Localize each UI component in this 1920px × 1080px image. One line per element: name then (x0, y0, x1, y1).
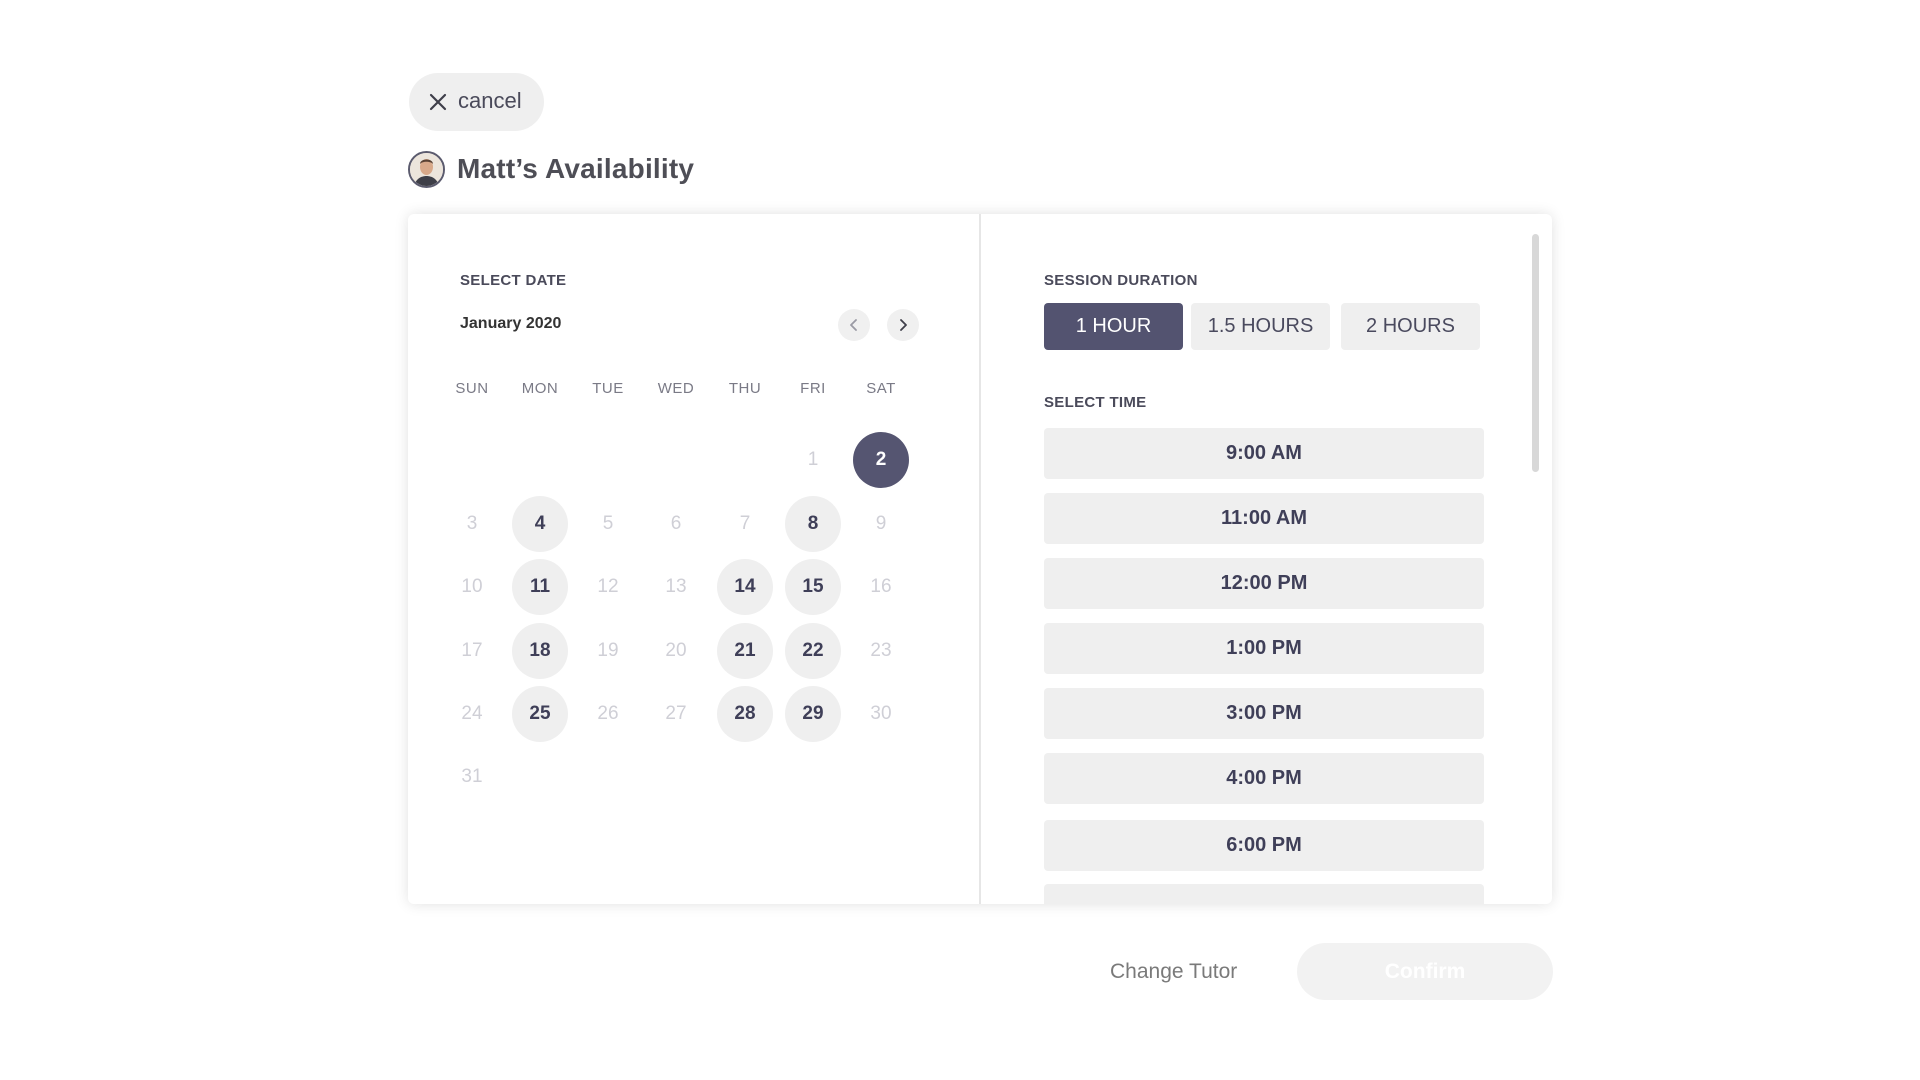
calendar-day[interactable]: 21 (717, 623, 773, 679)
calendar-day[interactable]: 29 (785, 686, 841, 742)
calendar-day[interactable]: 18 (512, 623, 568, 679)
calendar-day[interactable]: 22 (785, 623, 841, 679)
calendar-day[interactable]: 4 (512, 496, 568, 552)
calendar-day[interactable]: 15 (785, 559, 841, 615)
close-icon (429, 93, 447, 111)
calendar-day: 5 (602, 513, 614, 534)
time-slot-button[interactable]: 6:00 PM (1044, 820, 1484, 871)
weekday-header: SUN (455, 380, 489, 397)
weekday-header: MON (521, 380, 559, 397)
calendar-day: 7 (739, 513, 751, 534)
calendar-day: 6 (670, 513, 682, 534)
panel-divider (979, 214, 981, 904)
weekday-header: SAT (866, 380, 896, 397)
calendar-day: 24 (461, 703, 483, 724)
page-header: Matt’s Availability (408, 150, 694, 188)
calendar-day: 23 (870, 640, 892, 661)
page-title: Matt’s Availability (457, 153, 695, 184)
confirm-button[interactable]: Confirm (1297, 943, 1553, 1000)
calendar-day: 16 (870, 576, 892, 597)
calendar-day: 9 (875, 513, 887, 534)
time-slot-button[interactable]: 12:00 PM (1044, 558, 1484, 609)
calendar-day: 13 (665, 576, 687, 597)
chevron-right-icon (900, 319, 907, 331)
time-slot-button[interactable]: 3:00 PM (1044, 688, 1484, 739)
calendar-day: 20 (665, 640, 687, 661)
calendar-day[interactable]: 11 (512, 559, 568, 615)
weekday-header: THU (728, 380, 762, 397)
calendar-day: 19 (597, 640, 619, 661)
duration-option[interactable]: 1.5 HOURS (1191, 303, 1330, 350)
duration-option[interactable]: 2 HOURS (1341, 303, 1480, 350)
change-tutor-link[interactable]: Change Tutor (1110, 960, 1237, 984)
time-slot-button[interactable]: 9:00 AM (1044, 428, 1484, 479)
time-slot-button[interactable]: 11:00 AM (1044, 493, 1484, 544)
duration-option[interactable]: 1 HOUR (1044, 303, 1183, 350)
calendar-day: 26 (597, 703, 619, 724)
booking-card: SELECT DATE January 2020 SUN MON TUE WED THU… (408, 214, 1552, 904)
time-slot-button[interactable] (1044, 884, 1484, 904)
weekday-header: WED (657, 380, 695, 397)
calendar-day: 31 (461, 766, 483, 787)
weekday-header: TUE (592, 380, 624, 397)
calendar-day: 17 (461, 640, 483, 661)
select-date-label: SELECT DATE (460, 272, 567, 289)
calendar-day-selected[interactable]: 2 (853, 432, 909, 488)
calendar-day: 3 (466, 513, 478, 534)
time-slot-button[interactable]: 1:00 PM (1044, 623, 1484, 674)
weekday-header: FRI (800, 380, 826, 397)
calendar-day[interactable]: 8 (785, 496, 841, 552)
calendar-day: 12 (597, 576, 619, 597)
calendar-day: 1 (807, 449, 819, 470)
calendar-day[interactable]: 28 (717, 686, 773, 742)
chevron-left-icon (850, 319, 857, 331)
calendar-day[interactable]: 25 (512, 686, 568, 742)
calendar-day: 27 (665, 703, 687, 724)
select-time-label: SELECT TIME (1044, 394, 1147, 411)
cancel-label: cancel (458, 88, 522, 113)
calendar-day[interactable]: 14 (717, 559, 773, 615)
avatar (408, 150, 445, 188)
calendar-day: 30 (870, 703, 892, 724)
next-month-button[interactable] (887, 309, 919, 341)
session-duration-label: SESSION DURATION (1044, 272, 1198, 289)
scrollbar[interactable] (1532, 234, 1539, 472)
cancel-button[interactable]: cancel (409, 73, 544, 131)
prev-month-button[interactable] (838, 309, 870, 341)
month-label: January 2020 (460, 315, 562, 332)
time-slot-button[interactable]: 4:00 PM (1044, 753, 1484, 804)
calendar-day: 10 (461, 576, 483, 597)
